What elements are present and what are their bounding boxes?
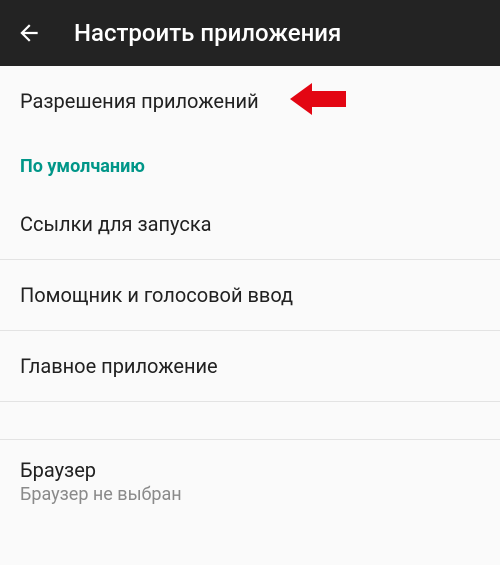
page-title: Настроить приложения <box>74 19 341 47</box>
arrow-back-icon <box>16 20 42 46</box>
item-title: Главное приложение <box>20 354 480 378</box>
settings-list: Разрешения приложений По умолчанию Ссылк… <box>0 66 500 521</box>
item-main-app[interactable]: Главное приложение <box>0 331 500 402</box>
section-default: По умолчанию <box>0 136 500 189</box>
item-title: Браузер <box>20 458 480 482</box>
app-bar: Настроить приложения <box>0 0 500 66</box>
item-title: Помощник и голосовой ввод <box>20 283 480 307</box>
item-subtitle: Браузер не выбран <box>20 484 480 505</box>
back-button[interactable] <box>16 20 42 46</box>
item-title: Ссылки для запуска <box>20 212 480 236</box>
spacer <box>0 402 500 440</box>
item-title: Разрешения приложений <box>20 89 480 113</box>
item-app-permissions[interactable]: Разрешения приложений <box>0 66 500 136</box>
item-browser[interactable]: Браузер Браузер не выбран <box>0 440 500 521</box>
item-assistant-voice[interactable]: Помощник и голосовой ввод <box>0 260 500 331</box>
item-launch-links[interactable]: Ссылки для запуска <box>0 189 500 260</box>
highlight-arrow-icon <box>290 81 346 121</box>
